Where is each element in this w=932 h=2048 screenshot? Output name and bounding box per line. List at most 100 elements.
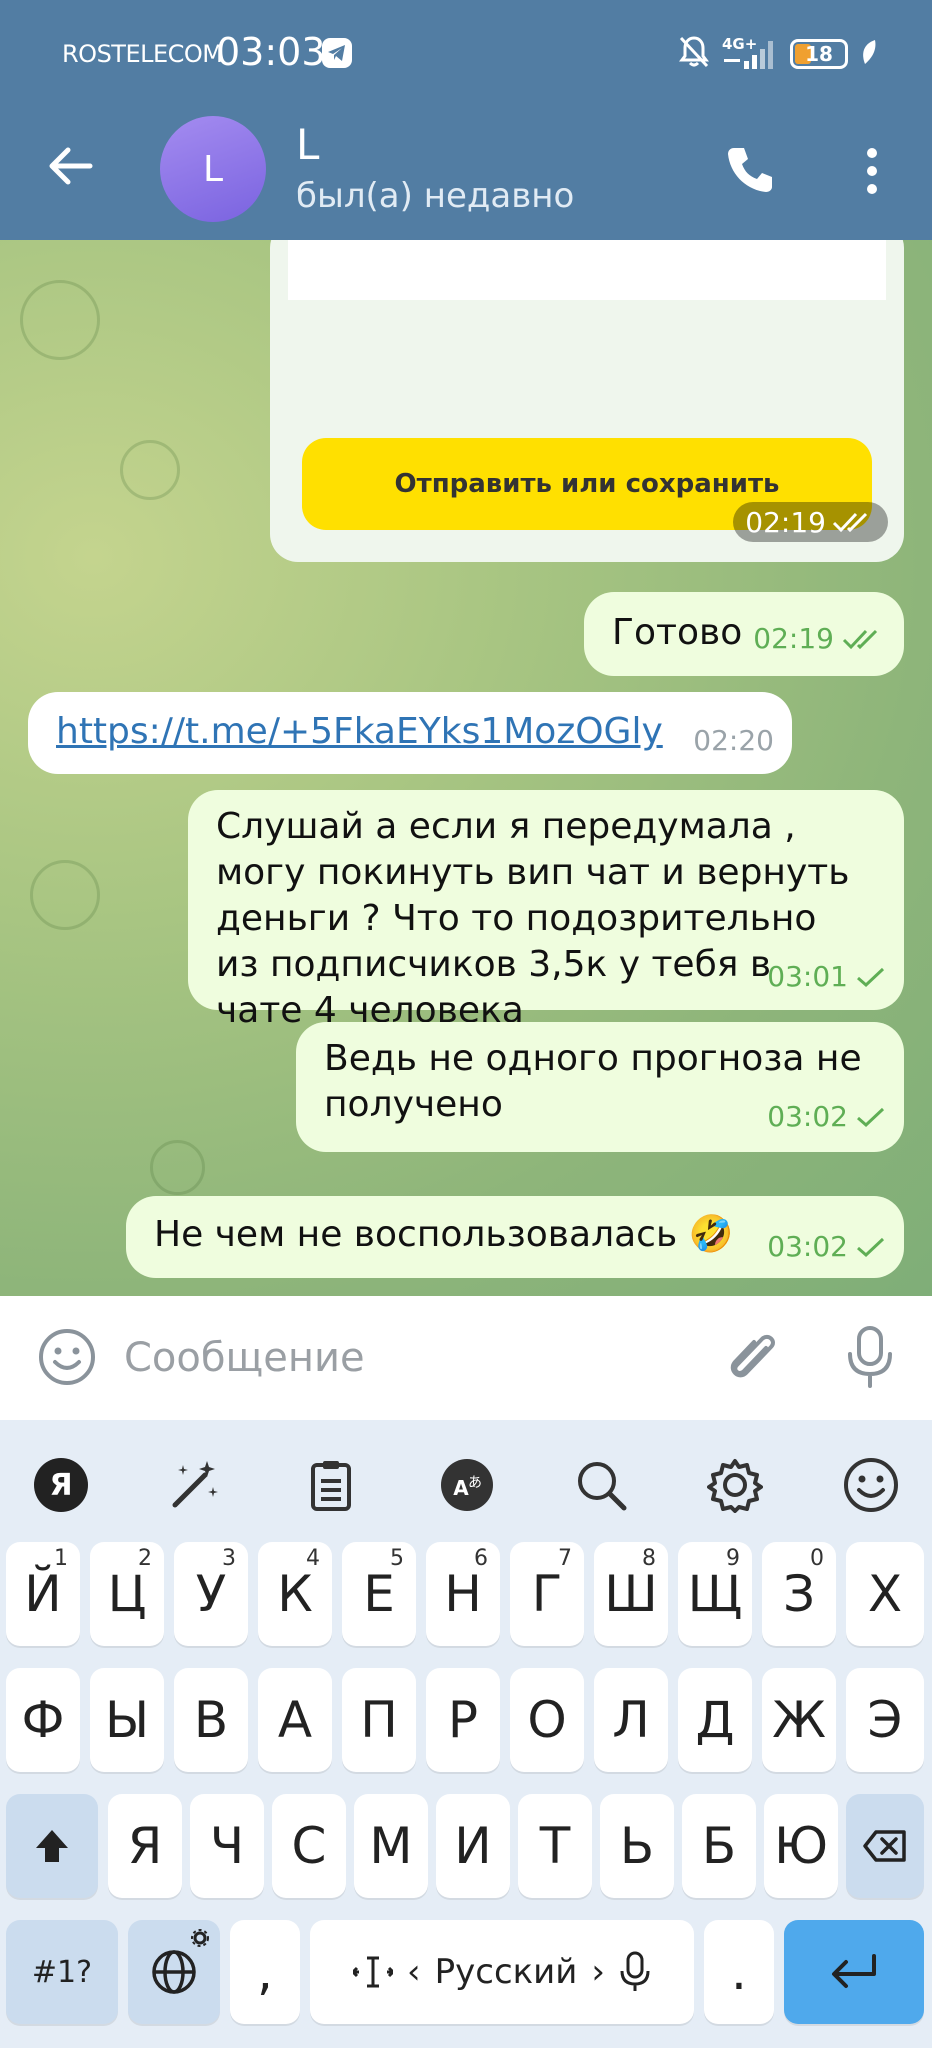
translate-icon[interactable]: Aあ: [438, 1456, 496, 1514]
attach-icon[interactable]: [724, 1326, 782, 1388]
key-label: Ю: [774, 1817, 828, 1875]
message-link[interactable]: https://t.me/+5FkaEYks1MozOGly: [56, 709, 792, 755]
back-arrow-icon[interactable]: [46, 142, 94, 190]
message-time: 02:19: [745, 505, 826, 539]
background-doodle: [20, 280, 100, 360]
comma-key[interactable]: ,: [230, 1920, 300, 2024]
background-doodle: [120, 440, 180, 500]
key-letter[interactable]: Я: [108, 1794, 182, 1898]
key-label: П: [360, 1691, 398, 1749]
microphone-icon[interactable]: [842, 1324, 898, 1390]
message-composer: [0, 1296, 932, 1420]
message-meta: 02:19: [733, 502, 888, 542]
message-time: 02:20: [693, 724, 774, 757]
key-label: Ж: [772, 1691, 826, 1749]
key-label: З: [782, 1565, 816, 1623]
backspace-key[interactable]: [846, 1794, 924, 1898]
key-letter[interactable]: С: [272, 1794, 346, 1898]
key-label: С: [291, 1817, 327, 1875]
key-label: Х: [867, 1565, 903, 1623]
key-letter[interactable]: Д: [678, 1668, 752, 1772]
key-label: Л: [612, 1691, 650, 1749]
key-letter[interactable]: Г7: [510, 1542, 584, 1646]
shift-key[interactable]: [6, 1794, 98, 1898]
message-meta: 03:02: [767, 1224, 886, 1270]
double-check-icon: [842, 629, 878, 650]
leaf-icon: [860, 38, 878, 70]
key-letter[interactable]: Ч: [190, 1794, 264, 1898]
key-letter[interactable]: А: [258, 1668, 332, 1772]
key-label: Д: [695, 1691, 735, 1749]
key-label: Й: [24, 1565, 62, 1623]
key-letter[interactable]: М: [354, 1794, 428, 1898]
key-letter[interactable]: Б: [682, 1794, 756, 1898]
key-letter[interactable]: Н6: [426, 1542, 500, 1646]
key-label: К: [277, 1565, 313, 1623]
key-label: У: [195, 1565, 227, 1623]
chat-last-seen: был(а) недавно: [296, 176, 575, 216]
message-time: 02:19: [753, 622, 834, 655]
key-label: Т: [539, 1817, 571, 1875]
settings-gear-icon[interactable]: [706, 1456, 764, 1514]
message-input[interactable]: [124, 1318, 684, 1398]
key-letter[interactable]: О: [510, 1668, 584, 1772]
key-letter[interactable]: Е5: [342, 1542, 416, 1646]
key-label: .: [731, 1943, 747, 2001]
search-icon[interactable]: [572, 1456, 630, 1514]
key-letter[interactable]: З0: [762, 1542, 836, 1646]
key-letter[interactable]: У3: [174, 1542, 248, 1646]
key-label: Е: [363, 1565, 395, 1623]
key-label: Щ: [687, 1565, 743, 1623]
yandex-icon[interactable]: Я: [32, 1456, 90, 1514]
message-bubble-outgoing[interactable]: Ведь не одного прогноза не получено 03:0…: [296, 1022, 904, 1152]
message-bubble-outgoing[interactable]: Не чем не воспользовалась 🤣 03:02: [126, 1196, 904, 1278]
shift-arrow-icon: [36, 1830, 68, 1862]
key-letter[interactable]: Й1: [6, 1542, 80, 1646]
key-letter[interactable]: Ь: [600, 1794, 674, 1898]
key-letter[interactable]: Ф: [6, 1668, 80, 1772]
more-options-icon[interactable]: [860, 146, 884, 196]
key-letter[interactable]: К4: [258, 1542, 332, 1646]
key-letter[interactable]: В: [174, 1668, 248, 1772]
enter-key[interactable]: [784, 1920, 924, 2024]
message-bubble-outgoing[interactable]: Слушай а если я передумала , могу покину…: [188, 790, 904, 1031]
symbols-key[interactable]: #1?: [6, 1920, 118, 2024]
clipboard-icon[interactable]: [302, 1456, 360, 1514]
chat-area[interactable]: Отправить или сохранить 02:19 Готово 02:…: [0, 240, 932, 1296]
phone-call-icon[interactable]: [724, 144, 776, 196]
emoji-keyboard-icon[interactable]: [842, 1456, 900, 1514]
spacebar-key[interactable]: ‹ Русский ›: [310, 1920, 694, 2024]
key-letter[interactable]: Ц2: [90, 1542, 164, 1646]
key-hint: 5: [390, 1546, 404, 1571]
key-letter[interactable]: Ю: [764, 1794, 838, 1898]
avatar[interactable]: L: [160, 116, 266, 222]
key-hint: 4: [306, 1546, 320, 1571]
shared-form-message: Отправить или сохранить 02:19: [270, 240, 904, 562]
key-label: Я: [127, 1817, 163, 1875]
message-bubble-outgoing[interactable]: Готово 02:19: [584, 592, 904, 676]
key-letter[interactable]: Т: [518, 1794, 592, 1898]
period-key[interactable]: .: [704, 1920, 774, 2024]
key-letter[interactable]: П: [342, 1668, 416, 1772]
key-letter[interactable]: Щ9: [678, 1542, 752, 1646]
key-letter[interactable]: Ж: [762, 1668, 836, 1772]
small-gear-icon: [191, 1929, 209, 1947]
key-letter[interactable]: Х: [846, 1542, 924, 1646]
language-switch-key[interactable]: [128, 1920, 220, 2024]
key-hint: 1: [54, 1546, 68, 1571]
message-time: 03:02: [767, 1230, 848, 1263]
key-letter[interactable]: Э: [846, 1668, 924, 1772]
key-letter[interactable]: Ы: [90, 1668, 164, 1772]
key-letter[interactable]: Л: [594, 1668, 668, 1772]
key-letter[interactable]: И: [436, 1794, 510, 1898]
key-letter[interactable]: Р: [426, 1668, 500, 1772]
key-label: Ь: [619, 1817, 655, 1875]
key-letter[interactable]: Ш8: [594, 1542, 668, 1646]
chat-title[interactable]: L: [296, 120, 319, 169]
key-hint: 3: [222, 1546, 236, 1571]
message-bubble-incoming[interactable]: https://t.me/+5FkaEYks1MozOGly 02:20: [28, 692, 792, 774]
form-field: [288, 240, 886, 300]
emoji-icon[interactable]: [38, 1328, 96, 1386]
magic-wand-icon[interactable]: [166, 1456, 224, 1514]
key-label: Ы: [104, 1691, 150, 1749]
